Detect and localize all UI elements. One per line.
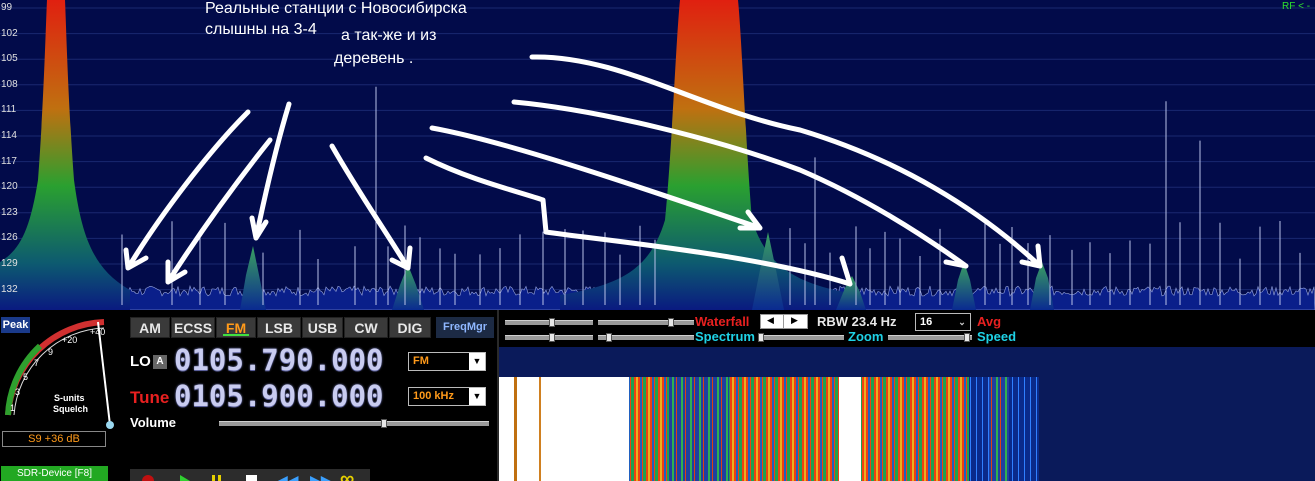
y-tick-label: 120 — [1, 181, 18, 193]
waterfall-image — [499, 377, 1315, 481]
y-tick-label: 105 — [1, 53, 18, 65]
tune-step-select-value: 100 kHz — [413, 390, 454, 402]
fast-forward-icon[interactable]: ▶▶ — [310, 472, 332, 481]
y-tick-label: 99 — [1, 2, 13, 13]
s-meter: Peak 1 3 5 7 9 +20 +40 S-units Squelch S… — [0, 310, 122, 462]
avg-label: Avg — [977, 314, 1002, 329]
volume-label: Volume — [130, 415, 176, 430]
meter-reading: S9 +36 dB — [2, 431, 106, 447]
y-tick-label: 102 — [1, 27, 18, 39]
y-tick-label: 129 — [1, 258, 18, 269]
y-tick-label: 117 — [1, 155, 17, 167]
mode-lsb-button[interactable]: LSB — [257, 317, 301, 338]
avg-select-value: 16 — [920, 316, 933, 328]
lo-frequency-display[interactable]: 0105.790.000 — [174, 343, 384, 377]
waterfall-saturated-left — [499, 377, 629, 481]
zoom-slider[interactable] — [758, 333, 844, 342]
squelch-label: Squelch — [53, 404, 89, 414]
meter-scale-7: 7 — [34, 358, 40, 368]
tune-step-select[interactable]: 100 kHz ▼ — [408, 387, 486, 406]
chevron-left-icon[interactable]: ◀ — [767, 315, 774, 326]
meter-needle — [97, 321, 111, 426]
transport-bar: ◀◀ ▶▶ ∞ — [130, 468, 370, 481]
control-panel: Peak 1 3 5 7 9 +20 +40 S-units Squelch S… — [0, 310, 1315, 481]
meter-scale-3: 3 — [15, 387, 21, 397]
chevron-down-icon: ⌄ — [954, 314, 970, 330]
waterfall-label: Waterfall — [695, 314, 750, 329]
mode-usb-button[interactable]: USB — [302, 317, 343, 338]
y-tick-label: 123 — [1, 206, 18, 218]
speed-slider[interactable] — [888, 333, 972, 342]
rbw-label: RBW 23.4 Hz — [817, 314, 897, 329]
meter-scale-40: +40 — [90, 327, 106, 337]
mode-dig-button[interactable]: DIG — [389, 317, 431, 338]
mode-am-button[interactable]: AM — [130, 317, 170, 338]
freqmgr-button[interactable]: FreqMgr — [436, 317, 494, 338]
spectrum-plot[interactable] — [0, 0, 1315, 311]
y-tick-label: 111 — [1, 104, 17, 116]
volume-slider-thumb[interactable] — [380, 419, 387, 428]
spectrum-slider-1[interactable] — [505, 333, 593, 342]
pause-icon[interactable] — [212, 475, 215, 481]
speed-label: Speed — [977, 329, 1017, 344]
stop-icon[interactable] — [246, 475, 257, 481]
meter-scale-1: 1 — [10, 403, 16, 413]
rf-indicator: RF < - — [1282, 1, 1311, 12]
tune-frequency-display[interactable]: 0105.900.000 — [174, 379, 384, 413]
sdr-device-button[interactable]: SDR-Device [F8] — [1, 466, 108, 481]
meter-scale-9: 9 — [48, 347, 54, 357]
rewind-icon[interactable]: ◀◀ — [277, 472, 299, 481]
waterfall-slider-1[interactable] — [505, 318, 593, 327]
mode-cw-button[interactable]: CW — [344, 317, 388, 338]
record-icon[interactable] — [142, 475, 154, 481]
lo-lock-button[interactable]: A — [153, 355, 167, 369]
spectrum-label: Spectrum — [695, 329, 755, 344]
waterfall-stepper[interactable]: ◀ ▶ — [760, 314, 808, 329]
waterfall-slider-2[interactable] — [598, 318, 694, 327]
mode-ecss-button[interactable]: ECSS — [171, 317, 215, 338]
annotation-text-1: Реальные станции с Новосибирска — [205, 0, 467, 17]
volume-slider[interactable] — [219, 419, 489, 428]
zoom-label: Zoom — [848, 329, 884, 344]
loop-icon[interactable]: ∞ — [340, 468, 354, 481]
spectrum-slider-2[interactable] — [598, 333, 694, 342]
meter-scale-20: +20 — [62, 335, 78, 345]
play-icon[interactable] — [180, 475, 190, 481]
chevron-down-icon: ▼ — [469, 353, 485, 370]
annotation-text-3: а так-же и из — [341, 27, 437, 44]
meter-scale-5: 5 — [23, 372, 29, 382]
chevron-right-icon[interactable]: ▶ — [791, 315, 798, 326]
avg-select[interactable]: 16 ⌄ — [915, 313, 971, 331]
y-tick-label: 108 — [1, 78, 18, 90]
waterfall-display[interactable] — [499, 347, 1315, 481]
lo-mode-select[interactable]: FM ▼ — [408, 352, 486, 371]
tune-label: Tune — [130, 388, 170, 407]
y-tick-label: 132 — [1, 283, 18, 295]
chevron-down-icon: ▼ — [469, 388, 485, 405]
s-units-label: S-units — [54, 393, 85, 403]
annotation-text-2: слышны на 3-4 — [205, 21, 317, 38]
y-tick-label: 114 — [1, 130, 17, 141]
y-tick-label: 126 — [1, 232, 18, 244]
mode-fm-button[interactable]: FM — [216, 317, 256, 338]
lo-mode-select-value: FM — [413, 355, 429, 367]
spectrum-display[interactable]: 99 102 105 108 111 114 117 120 123 126 129 132 RF <… — [0, 0, 1315, 311]
meter-pivot — [106, 421, 114, 429]
annotation-text-4: деревень . — [334, 50, 414, 67]
lo-label: LO — [130, 353, 151, 370]
